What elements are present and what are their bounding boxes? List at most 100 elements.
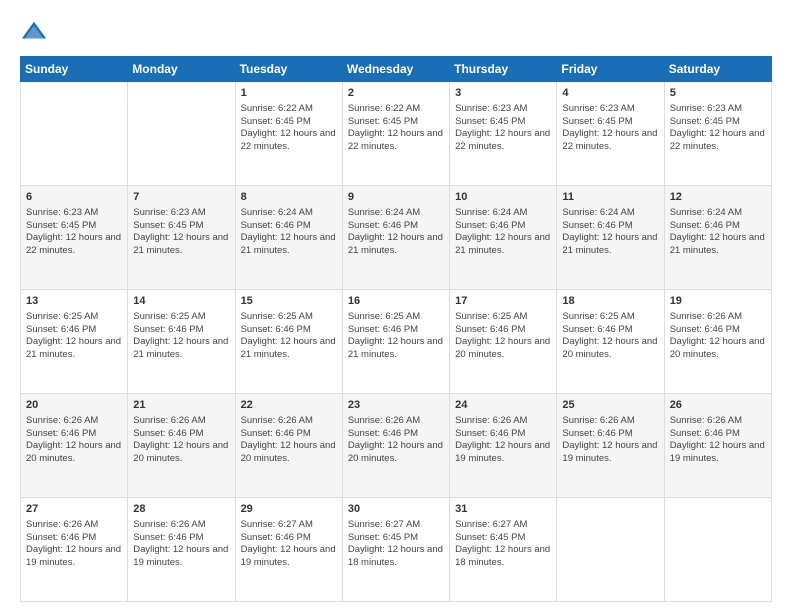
calendar-cell: 24 Sunrise: 6:26 AMSunset: 6:46 PMDayligh…	[450, 394, 557, 498]
day-info: Sunrise: 6:26 AMSunset: 6:46 PMDaylight:…	[26, 519, 121, 568]
day-info: Sunrise: 6:26 AMSunset: 6:46 PMDaylight:…	[348, 415, 443, 464]
weekday-header-friday: Friday	[557, 57, 664, 82]
day-number: 28	[133, 502, 229, 517]
calendar-cell	[557, 498, 664, 602]
day-info: Sunrise: 6:27 AMSunset: 6:45 PMDaylight:…	[348, 519, 443, 568]
logo-icon	[20, 18, 48, 46]
day-info: Sunrise: 6:24 AMSunset: 6:46 PMDaylight:…	[455, 207, 550, 256]
day-info: Sunrise: 6:26 AMSunset: 6:46 PMDaylight:…	[670, 415, 765, 464]
day-number: 3	[455, 86, 551, 101]
calendar-cell: 14 Sunrise: 6:25 AMSunset: 6:46 PMDayligh…	[128, 290, 235, 394]
calendar-cell: 19Sunrise: 6:26 AMSunset: 6:46 PMDayligh…	[664, 290, 771, 394]
day-info: Sunrise: 6:22 AMSunset: 6:45 PMDaylight:…	[348, 103, 443, 152]
weekday-header-wednesday: Wednesday	[342, 57, 449, 82]
day-info: Sunrise: 6:24 AMSunset: 6:46 PMDaylight:…	[562, 207, 657, 256]
day-number: 16	[348, 294, 444, 309]
day-info: Sunrise: 6:24 AMSunset: 6:46 PMDaylight:…	[241, 207, 336, 256]
calendar-table: SundayMondayTuesdayWednesdayThursdayFrid…	[20, 56, 772, 602]
calendar-cell	[664, 498, 771, 602]
week-row-2: 6 Sunrise: 6:23 AMSunset: 6:45 PMDaylight…	[21, 186, 772, 290]
day-info: Sunrise: 6:26 AMSunset: 6:46 PMDaylight:…	[133, 415, 228, 464]
header	[20, 18, 772, 46]
weekday-header-thursday: Thursday	[450, 57, 557, 82]
day-info: Sunrise: 6:25 AMSunset: 6:46 PMDaylight:…	[133, 311, 228, 360]
day-number: 31	[455, 502, 551, 517]
calendar-cell: 4 Sunrise: 6:23 AMSunset: 6:45 PMDaylight…	[557, 82, 664, 186]
calendar-cell: 6 Sunrise: 6:23 AMSunset: 6:45 PMDaylight…	[21, 186, 128, 290]
day-number: 15	[241, 294, 337, 309]
day-info: Sunrise: 6:25 AMSunset: 6:46 PMDaylight:…	[348, 311, 443, 360]
calendar-cell: 15Sunrise: 6:25 AMSunset: 6:46 PMDayligh…	[235, 290, 342, 394]
day-number: 30	[348, 502, 444, 517]
day-number: 12	[670, 190, 766, 205]
day-info: Sunrise: 6:26 AMSunset: 6:46 PMDaylight:…	[562, 415, 657, 464]
day-info: Sunrise: 6:26 AMSunset: 6:46 PMDaylight:…	[241, 415, 336, 464]
calendar-cell	[21, 82, 128, 186]
day-number: 25	[562, 398, 658, 413]
day-info: Sunrise: 6:26 AMSunset: 6:46 PMDaylight:…	[455, 415, 550, 464]
weekday-header-row: SundayMondayTuesdayWednesdayThursdayFrid…	[21, 57, 772, 82]
day-info: Sunrise: 6:25 AMSunset: 6:46 PMDaylight:…	[455, 311, 550, 360]
day-number: 4	[562, 86, 658, 101]
day-number: 27	[26, 502, 122, 517]
day-number: 24	[455, 398, 551, 413]
calendar-cell: 17 Sunrise: 6:25 AMSunset: 6:46 PMDayligh…	[450, 290, 557, 394]
calendar-cell: 26 Sunrise: 6:26 AMSunset: 6:46 PMDayligh…	[664, 394, 771, 498]
week-row-1: 1 Sunrise: 6:22 AMSunset: 6:45 PMDaylight…	[21, 82, 772, 186]
day-number: 14	[133, 294, 229, 309]
day-number: 7	[133, 190, 229, 205]
calendar-cell: 28Sunrise: 6:26 AMSunset: 6:46 PMDayligh…	[128, 498, 235, 602]
day-number: 23	[348, 398, 444, 413]
day-info: Sunrise: 6:24 AMSunset: 6:46 PMDaylight:…	[348, 207, 443, 256]
calendar-cell: 2Sunrise: 6:22 AMSunset: 6:45 PMDaylight…	[342, 82, 449, 186]
day-number: 26	[670, 398, 766, 413]
calendar-cell: 22 Sunrise: 6:26 AMSunset: 6:46 PMDayligh…	[235, 394, 342, 498]
calendar-cell: 9 Sunrise: 6:24 AMSunset: 6:46 PMDaylight…	[342, 186, 449, 290]
day-number: 10	[455, 190, 551, 205]
calendar-cell: 10 Sunrise: 6:24 AMSunset: 6:46 PMDayligh…	[450, 186, 557, 290]
day-info: Sunrise: 6:26 AMSunset: 6:46 PMDaylight:…	[670, 311, 765, 360]
calendar-cell: 5Sunrise: 6:23 AMSunset: 6:45 PMDaylight…	[664, 82, 771, 186]
calendar-cell: 1Sunrise: 6:22 AMSunset: 6:45 PMDaylight…	[235, 82, 342, 186]
weekday-header-tuesday: Tuesday	[235, 57, 342, 82]
day-number: 1	[241, 86, 337, 101]
day-info: Sunrise: 6:25 AMSunset: 6:46 PMDaylight:…	[562, 311, 657, 360]
week-row-5: 27 Sunrise: 6:26 AMSunset: 6:46 PMDayligh…	[21, 498, 772, 602]
calendar-cell: 25 Sunrise: 6:26 AMSunset: 6:46 PMDayligh…	[557, 394, 664, 498]
day-number: 22	[241, 398, 337, 413]
day-number: 8	[241, 190, 337, 205]
calendar-cell: 21Sunrise: 6:26 AMSunset: 6:46 PMDayligh…	[128, 394, 235, 498]
day-number: 9	[348, 190, 444, 205]
page: SundayMondayTuesdayWednesdayThursdayFrid…	[0, 0, 792, 612]
day-number: 18	[562, 294, 658, 309]
day-info: Sunrise: 6:23 AMSunset: 6:45 PMDaylight:…	[455, 103, 550, 152]
day-number: 11	[562, 190, 658, 205]
calendar-cell: 7 Sunrise: 6:23 AMSunset: 6:45 PMDaylight…	[128, 186, 235, 290]
calendar-cell: 8 Sunrise: 6:24 AMSunset: 6:46 PMDaylight…	[235, 186, 342, 290]
calendar-cell: 16 Sunrise: 6:25 AMSunset: 6:46 PMDayligh…	[342, 290, 449, 394]
weekday-header-saturday: Saturday	[664, 57, 771, 82]
day-number: 17	[455, 294, 551, 309]
day-info: Sunrise: 6:27 AMSunset: 6:46 PMDaylight:…	[241, 519, 336, 568]
day-info: Sunrise: 6:23 AMSunset: 6:45 PMDaylight:…	[26, 207, 121, 256]
calendar-cell	[128, 82, 235, 186]
week-row-4: 20 Sunrise: 6:26 AMSunset: 6:46 PMDayligh…	[21, 394, 772, 498]
day-number: 6	[26, 190, 122, 205]
week-row-3: 13 Sunrise: 6:25 AMSunset: 6:46 PMDayligh…	[21, 290, 772, 394]
calendar-cell: 11 Sunrise: 6:24 AMSunset: 6:46 PMDayligh…	[557, 186, 664, 290]
day-number: 29	[241, 502, 337, 517]
calendar-cell: 23 Sunrise: 6:26 AMSunset: 6:46 PMDayligh…	[342, 394, 449, 498]
calendar-cell: 18 Sunrise: 6:25 AMSunset: 6:46 PMDayligh…	[557, 290, 664, 394]
calendar-cell: 27 Sunrise: 6:26 AMSunset: 6:46 PMDayligh…	[21, 498, 128, 602]
calendar-cell: 20Sunrise: 6:26 AMSunset: 6:46 PMDayligh…	[21, 394, 128, 498]
calendar-cell: 12 Sunrise: 6:24 AMSunset: 6:46 PMDayligh…	[664, 186, 771, 290]
weekday-header-sunday: Sunday	[21, 57, 128, 82]
logo	[20, 18, 52, 46]
day-info: Sunrise: 6:23 AMSunset: 6:45 PMDaylight:…	[133, 207, 228, 256]
day-info: Sunrise: 6:23 AMSunset: 6:45 PMDaylight:…	[562, 103, 657, 152]
weekday-header-monday: Monday	[128, 57, 235, 82]
day-number: 13	[26, 294, 122, 309]
day-number: 20	[26, 398, 122, 413]
day-info: Sunrise: 6:24 AMSunset: 6:46 PMDaylight:…	[670, 207, 765, 256]
day-number: 5	[670, 86, 766, 101]
